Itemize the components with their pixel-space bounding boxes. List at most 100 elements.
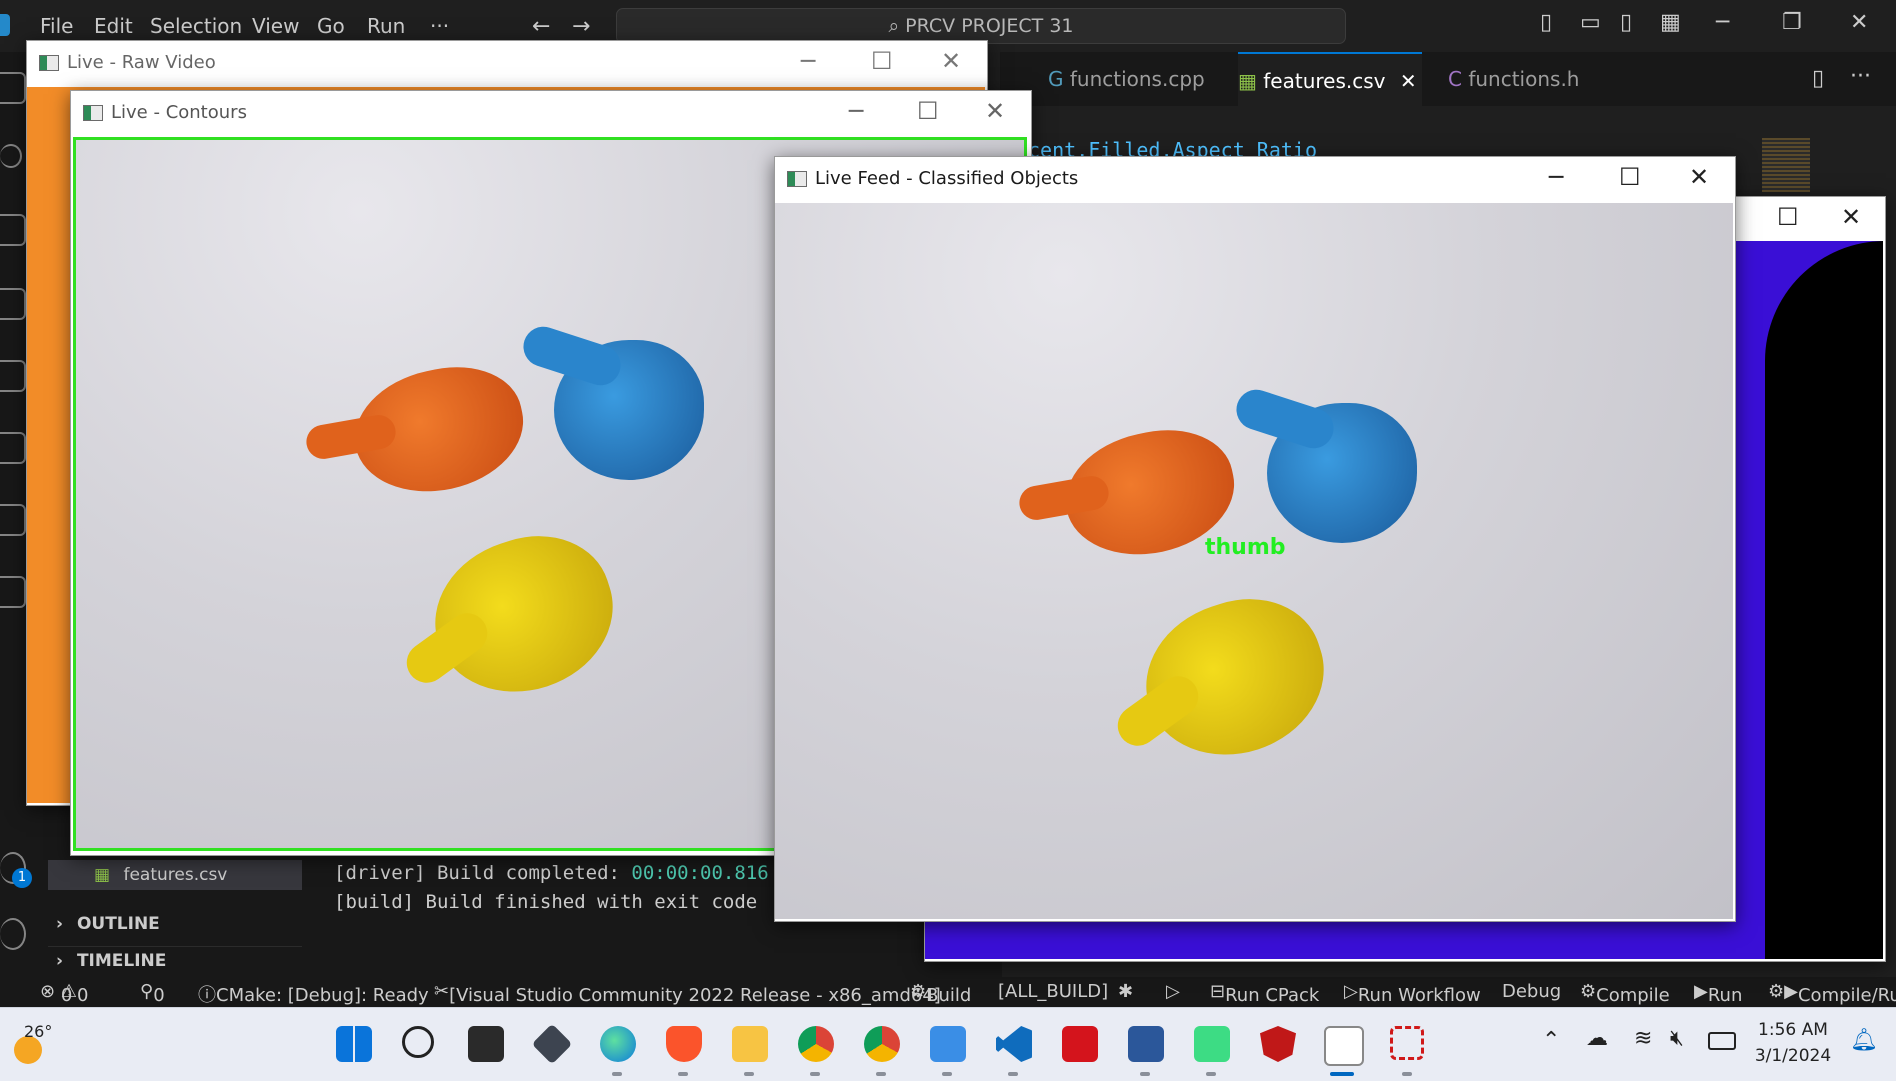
explorer-icon[interactable]	[0, 72, 26, 104]
csv-file-icon: ▦	[94, 865, 111, 885]
status-compile-run[interactable]: ⚙▶ Compile/Ru	[1768, 981, 1896, 1006]
minimize-icon[interactable]: ─	[801, 47, 815, 75]
windows-taskbar: 26° ⌃ ☁ ≋ 🔇︎ 1:56 AM 3/1/2024 🔔︎	[0, 1007, 1896, 1081]
weather-widget[interactable]: 26°	[14, 1022, 74, 1068]
gear-icon[interactable]	[0, 918, 26, 950]
brave-icon[interactable]	[666, 1026, 702, 1062]
status-debug-icon[interactable]: ✱	[1118, 981, 1133, 1002]
file-explorer-icon[interactable]	[732, 1026, 768, 1062]
onedrive-icon[interactable]: ☁	[1586, 1026, 1608, 1051]
more-actions-icon[interactable]: ···	[1850, 64, 1871, 89]
snipping-tool-icon[interactable]	[1390, 1026, 1424, 1060]
menu-file[interactable]: File	[40, 14, 73, 38]
search-icon[interactable]	[402, 1026, 434, 1058]
vscode-logo-icon	[0, 14, 10, 36]
minimize-icon[interactable]: ─	[849, 97, 863, 125]
command-center-label: PRCV PROJECT 31	[905, 15, 1074, 37]
maximize-icon[interactable]: ☐	[1777, 203, 1799, 231]
status-target[interactable]: [ALL_BUILD]	[998, 981, 1108, 1002]
edge-icon[interactable]	[600, 1026, 636, 1062]
tab-functions-h[interactable]: C functions.h	[1448, 52, 1628, 106]
running-indicator	[1140, 1072, 1150, 1076]
mcafee-icon[interactable]	[1260, 1026, 1296, 1062]
testing-icon[interactable]	[0, 432, 26, 464]
search-activity-icon[interactable]	[0, 144, 22, 168]
menu-selection[interactable]: Selection	[150, 14, 242, 38]
toggle-sidebar-icon[interactable]: ▯	[1540, 10, 1552, 35]
status-problems[interactable]: ⊗ 0 ⚠ 0	[40, 981, 88, 1006]
wifi-icon[interactable]: ≋	[1634, 1026, 1652, 1051]
outline-section[interactable]: › OUTLINE	[48, 914, 302, 934]
command-center-search[interactable]: ⌕ PRCV PROJECT 31	[616, 8, 1346, 44]
maximize-icon[interactable]: ☐	[871, 47, 893, 75]
status-debug[interactable]: Debug	[1502, 981, 1561, 1002]
terminal-text: [build] Build finished with exit code	[334, 891, 758, 913]
chrome-icon[interactable]	[798, 1026, 834, 1062]
status-kit[interactable]: ✂ [Visual Studio Community 2022 Release …	[434, 981, 941, 1006]
status-compile[interactable]: ⚙ Compile	[1580, 981, 1670, 1006]
classified-window[interactable]: Live Feed - Classified Objects ─ ☐ ✕ thu…	[774, 156, 1736, 922]
acrobat-icon[interactable]	[1062, 1026, 1098, 1062]
status-cmake[interactable]: ⓘ CMake: [Debug]: Ready	[198, 981, 429, 1007]
tab-functions-cpp[interactable]: G functions.cpp	[1048, 52, 1228, 106]
opencv-app-icon[interactable]	[1324, 1026, 1364, 1066]
task-view-icon[interactable]	[468, 1026, 504, 1062]
status-build[interactable]: ⚙ Build	[910, 981, 971, 1006]
close-icon[interactable]: ✕	[1850, 10, 1868, 35]
source-control-icon[interactable]	[0, 214, 26, 246]
raw-video-titlebar[interactable]: Live - Raw Video ─ ☐ ✕	[27, 41, 987, 85]
terminal-time: 00:00:00.816	[631, 862, 769, 884]
classified-titlebar[interactable]: Live Feed - Classified Objects ─ ☐ ✕	[775, 157, 1735, 201]
extensions-icon[interactable]	[0, 360, 26, 392]
menu-view[interactable]: View	[252, 14, 299, 38]
vscode-icon[interactable]	[996, 1026, 1032, 1062]
timeline-section[interactable]: › TIMELINE	[48, 946, 302, 971]
terminal-line: [driver] Build completed: 00:00:00.816	[334, 862, 769, 884]
run-debug-icon[interactable]	[0, 288, 26, 320]
minimize-icon[interactable]: ─	[1549, 163, 1563, 191]
restore-icon[interactable]: ❐	[1782, 10, 1802, 35]
battery-icon[interactable]	[1708, 1032, 1736, 1050]
close-icon[interactable]: ✕	[1841, 203, 1861, 231]
status-play-icon[interactable]: ▷	[1166, 981, 1180, 1002]
cmake-icon[interactable]	[0, 504, 26, 536]
status-run-cpack[interactable]: ⊟ Run CPack	[1210, 981, 1319, 1006]
chrome-profile-icon[interactable]	[864, 1026, 900, 1062]
close-icon[interactable]: ✕	[1689, 163, 1709, 191]
word-icon[interactable]	[1128, 1026, 1164, 1062]
clock[interactable]: 1:56 AM 3/1/2024	[1748, 1020, 1838, 1066]
volume-muted-icon[interactable]: 🔇︎	[1670, 1026, 1684, 1051]
maximize-icon[interactable]: ☐	[1619, 163, 1641, 191]
close-icon[interactable]: ✕	[941, 47, 961, 75]
accounts-badge: 1	[12, 868, 32, 888]
remote-explorer-icon[interactable]	[0, 576, 26, 608]
status-run[interactable]: ▶ Run	[1694, 981, 1742, 1006]
editor-tab-bar: G functions.cpp ▦ features.csv ✕ C funct…	[1000, 52, 1896, 108]
menu-go[interactable]: Go	[317, 14, 345, 38]
start-icon[interactable]	[336, 1026, 372, 1062]
toggle-secondary-sidebar-icon[interactable]: ▯	[1620, 10, 1632, 35]
menu-run[interactable]: Run	[367, 14, 405, 38]
android-studio-icon[interactable]	[1194, 1026, 1230, 1062]
unity-icon[interactable]	[531, 1023, 573, 1065]
notification-bell-icon[interactable]: 🔔︎	[1850, 1028, 1878, 1053]
maximize-icon[interactable]: ☐	[917, 97, 939, 125]
split-editor-icon[interactable]: ▯	[1812, 66, 1824, 91]
status-run-workflow[interactable]: ▷ Run Workflow	[1344, 981, 1481, 1006]
forward-arrow-icon[interactable]: →	[572, 14, 590, 39]
toggle-panel-icon[interactable]: ▭	[1580, 10, 1601, 35]
minimize-icon[interactable]: ─	[1716, 10, 1729, 35]
menu-more[interactable]: ···	[430, 14, 449, 38]
close-icon[interactable]: ✕	[985, 97, 1005, 125]
explorer-file-features-csv[interactable]: ▦ features.csv	[48, 860, 302, 890]
tab-close-icon[interactable]: ✕	[1400, 69, 1417, 93]
running-indicator	[744, 1072, 754, 1076]
menu-edit[interactable]: Edit	[94, 14, 133, 38]
show-hidden-icons-icon[interactable]: ⌃	[1542, 1028, 1560, 1053]
status-ports[interactable]: ⚲ 0	[140, 981, 165, 1006]
tab-features-csv[interactable]: ▦ features.csv ✕	[1238, 52, 1422, 108]
notepad-icon[interactable]	[930, 1026, 966, 1062]
back-arrow-icon[interactable]: ←	[532, 14, 550, 39]
customize-layout-icon[interactable]: ▦	[1660, 10, 1681, 35]
contours-titlebar[interactable]: Live - Contours ─ ☐ ✕	[71, 91, 1031, 135]
